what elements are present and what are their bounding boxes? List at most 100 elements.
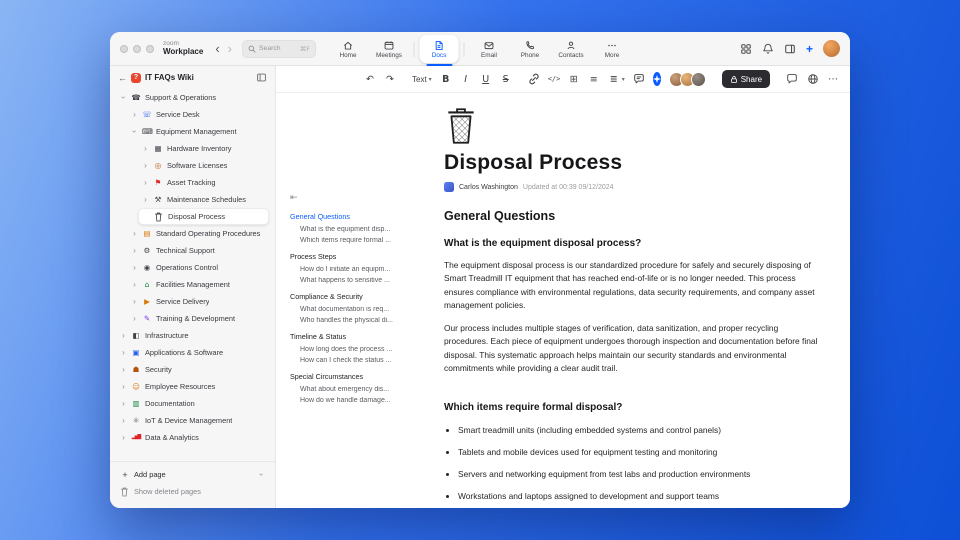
back-button[interactable]: ‹ bbox=[215, 41, 219, 56]
outline-item[interactable]: Which items require formal ... bbox=[290, 237, 422, 244]
sidebar-item-software-licenses[interactable]: › ◎ Software Licenses bbox=[138, 157, 269, 174]
bulleted-list-icon[interactable]: ≡ bbox=[588, 74, 600, 85]
tab-docs[interactable]: Docs bbox=[419, 35, 459, 66]
tab-home[interactable]: Home bbox=[329, 35, 368, 63]
sidebar-item-infrastructure[interactable]: › ◧ Infrastructure bbox=[116, 327, 269, 344]
outline-section-general-questions[interactable]: General Questions bbox=[290, 212, 422, 221]
underline-button[interactable]: U bbox=[480, 74, 492, 85]
tab-phone[interactable]: Phone bbox=[511, 35, 550, 63]
sidebar-item-standard-operating-procedures[interactable]: › ▤ Standard Operating Procedures bbox=[127, 225, 269, 242]
outline-section-process-steps[interactable]: Process Steps bbox=[290, 252, 422, 261]
forward-button[interactable]: › bbox=[228, 41, 232, 56]
italic-button[interactable]: I bbox=[460, 74, 472, 85]
chevron-right-icon[interactable]: › bbox=[120, 331, 127, 340]
chevron-right-icon[interactable]: › bbox=[131, 246, 138, 255]
new-item-button[interactable]: + bbox=[806, 43, 813, 55]
sidebar-collapse-icon[interactable] bbox=[256, 72, 267, 83]
chevron-down-icon[interactable]: › bbox=[130, 128, 139, 135]
sidebar-item-service-desk[interactable]: › ☏ Service Desk bbox=[127, 106, 269, 123]
minimize-button[interactable] bbox=[133, 44, 141, 53]
sidebar-item-data-and-analytics[interactable]: › ▂▅▇ Data & Analytics bbox=[116, 429, 269, 446]
collaborator-avatar[interactable] bbox=[690, 71, 706, 87]
paragraph[interactable]: The equipment disposal process is our st… bbox=[444, 259, 820, 312]
sidebar-item-facilities-management[interactable]: › ⌂ Facilities Management bbox=[127, 276, 269, 293]
undo-icon[interactable]: ↶ bbox=[364, 74, 376, 85]
globe-icon[interactable] bbox=[807, 73, 819, 85]
tab-email[interactable]: Email bbox=[470, 35, 509, 63]
outline-item[interactable]: How do I initiate an equipm... bbox=[290, 266, 422, 273]
outline-item[interactable]: What about emergency dis... bbox=[290, 386, 422, 393]
sidebar-item-maintenance-schedules[interactable]: › ⚒ Maintenance Schedules bbox=[138, 191, 269, 208]
chevron-down-icon[interactable]: › bbox=[257, 471, 266, 478]
chat-bubble-icon[interactable] bbox=[786, 73, 798, 85]
outline-item[interactable]: How long does the process ... bbox=[290, 346, 422, 353]
outline-item[interactable]: How can I check the status ... bbox=[290, 357, 422, 364]
sidebar-item-security[interactable]: › ☗ Security bbox=[116, 361, 269, 378]
code-icon[interactable]: </> bbox=[548, 75, 561, 83]
sidebar-item-documentation[interactable]: › ▥ Documentation bbox=[116, 395, 269, 412]
ai-companion-button[interactable] bbox=[652, 72, 661, 86]
chevron-right-icon[interactable]: › bbox=[120, 365, 127, 374]
outline-item[interactable]: Who handles the physical di... bbox=[290, 317, 422, 324]
chevron-right-icon[interactable]: › bbox=[142, 161, 149, 170]
document-body[interactable]: Disposal Process Carlos Washington Updat… bbox=[426, 93, 850, 508]
collapse-outline-icon[interactable]: ⇤ bbox=[290, 193, 422, 203]
tab-contacts[interactable]: Contacts bbox=[552, 35, 591, 63]
sidebar-item-asset-tracking[interactable]: › ⚑ Asset Tracking bbox=[138, 174, 269, 191]
chevron-right-icon[interactable]: › bbox=[131, 314, 138, 323]
tab-meetings[interactable]: Meetings bbox=[370, 35, 409, 63]
outline-item[interactable]: What documentation is req... bbox=[290, 306, 422, 313]
more-options-icon[interactable]: ⋯ bbox=[828, 74, 838, 85]
add-page-button[interactable]: + Add page › bbox=[116, 466, 269, 483]
paragraph[interactable]: Our process includes multiple stages of … bbox=[444, 322, 820, 375]
text-style-dropdown[interactable]: Text ▾ bbox=[412, 75, 432, 84]
chevron-right-icon[interactable]: › bbox=[131, 229, 138, 238]
chevron-right-icon[interactable]: › bbox=[120, 382, 127, 391]
outline-section-special-circumstances[interactable]: Special Circumstances bbox=[290, 372, 422, 381]
sidebar-item-employee-resources[interactable]: › ☺ Employee Resources bbox=[116, 378, 269, 395]
chevron-right-icon[interactable]: › bbox=[131, 280, 138, 289]
chevron-right-icon[interactable]: › bbox=[131, 110, 138, 119]
close-button[interactable] bbox=[120, 44, 128, 53]
chevron-right-icon[interactable]: › bbox=[120, 348, 127, 357]
comment-icon[interactable] bbox=[633, 73, 645, 85]
sidebar-back-icon[interactable]: ← bbox=[118, 73, 127, 83]
bell-icon[interactable] bbox=[762, 43, 774, 55]
strikethrough-button[interactable]: S bbox=[500, 74, 512, 85]
doc-title[interactable]: Disposal Process bbox=[444, 151, 820, 175]
sidebar-item-service-delivery[interactable]: › ▶ Service Delivery bbox=[127, 293, 269, 310]
trash-icon[interactable] bbox=[444, 107, 820, 145]
sidebar-item-equipment-management[interactable]: › ⌨ Equipment Management bbox=[127, 123, 269, 140]
share-button[interactable]: Share bbox=[721, 70, 771, 88]
sidebar-item-technical-support[interactable]: › ⚙ Technical Support bbox=[127, 242, 269, 259]
align-dropdown[interactable]: ≣ ▾ bbox=[608, 74, 625, 85]
chevron-right-icon[interactable]: › bbox=[131, 263, 138, 272]
outline-item[interactable]: How do we handle damage... bbox=[290, 397, 422, 404]
tab-more[interactable]: More bbox=[593, 35, 632, 63]
sidebar-item-training-and-development[interactable]: › ✎ Training & Development bbox=[127, 310, 269, 327]
outline-item[interactable]: What is the equipment disp... bbox=[290, 226, 422, 233]
chevron-right-icon[interactable]: › bbox=[142, 144, 149, 153]
outline-section-compliance-security[interactable]: Compliance & Security bbox=[290, 292, 422, 301]
panel-toggle-icon[interactable] bbox=[784, 43, 796, 55]
show-deleted-pages-button[interactable]: Show deleted pages bbox=[116, 483, 269, 500]
bold-button[interactable]: B bbox=[440, 74, 452, 85]
chevron-right-icon[interactable]: › bbox=[120, 416, 127, 425]
link-icon[interactable] bbox=[528, 73, 540, 85]
bullet-item[interactable]: Workstations and laptops assigned to dev… bbox=[458, 491, 820, 501]
chevron-right-icon[interactable]: › bbox=[120, 399, 127, 408]
search-input[interactable]: Search ⌘F bbox=[242, 39, 316, 58]
chevron-right-icon[interactable]: › bbox=[142, 195, 149, 204]
maximize-button[interactable] bbox=[146, 44, 154, 53]
sidebar-item-hardware-inventory[interactable]: › ▦ Hardware Inventory bbox=[138, 140, 269, 157]
question-heading[interactable]: Which items require formal disposal? bbox=[444, 402, 820, 413]
bullet-item[interactable]: Smart treadmill units (including embedde… bbox=[458, 425, 820, 435]
bullet-item[interactable]: Servers and networking equipment from te… bbox=[458, 469, 820, 479]
sidebar-item-support-and-operations[interactable]: › ☎ Support & Operations bbox=[116, 89, 269, 106]
chevron-right-icon[interactable]: › bbox=[120, 433, 127, 442]
sidebar-item-applications-and-software[interactable]: › ▣ Applications & Software bbox=[116, 344, 269, 361]
question-heading[interactable]: What is the equipment disposal process? bbox=[444, 238, 820, 249]
section-heading[interactable]: General Questions bbox=[444, 209, 820, 223]
chevron-right-icon[interactable]: › bbox=[142, 178, 149, 187]
chevron-right-icon[interactable]: › bbox=[131, 297, 138, 306]
